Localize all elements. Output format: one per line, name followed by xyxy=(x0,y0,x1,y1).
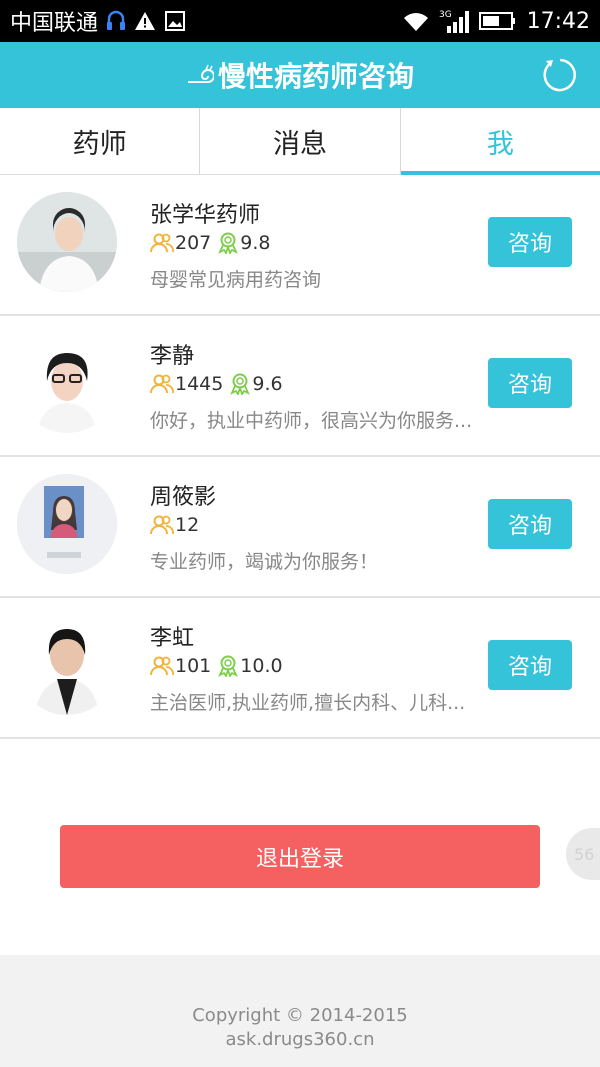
tab-bar: 药师 消息 我 xyxy=(0,108,600,175)
consult-button[interactable]: 咨询 xyxy=(488,217,572,267)
list-item[interactable]: 张学华药师 207 9.8 母婴常见病用药咨询 咨询 xyxy=(0,175,600,316)
award-icon xyxy=(218,655,239,677)
headset-icon xyxy=(106,9,126,33)
page-title: 慢性病药师咨询 xyxy=(217,60,414,93)
list-item[interactable]: 周筱影 12 专业药师，竭诚为你服务！ 咨询 xyxy=(0,457,600,598)
warning-icon xyxy=(134,11,156,31)
avatar xyxy=(17,615,117,715)
tab-me[interactable]: 我 xyxy=(399,108,600,175)
image-icon xyxy=(164,10,186,32)
users-icon xyxy=(150,233,174,253)
tab-messages[interactable]: 消息 xyxy=(199,108,399,174)
refresh-button[interactable] xyxy=(542,57,578,93)
avatar xyxy=(17,474,117,574)
pharmacist-desc: 专业药师，竭诚为你服务！ xyxy=(150,551,379,573)
rating: 9.8 xyxy=(240,232,271,254)
pharmacist-desc: 主治医师,执业药师,擅长内科、儿科... xyxy=(150,692,466,714)
consult-button[interactable]: 咨询 xyxy=(488,640,572,690)
list-item[interactable]: 李静 1445 9.6 你好，执业中药师，很高兴为你服务... 咨询 xyxy=(0,316,600,457)
carrier-label: 中国联通 xyxy=(10,11,99,36)
consult-count: 207 xyxy=(175,232,212,254)
snail-logo-icon xyxy=(186,64,214,86)
consult-button[interactable]: 咨询 xyxy=(488,358,572,408)
domain-text: ask.drugs360.cn xyxy=(225,1029,375,1050)
logout-button[interactable]: 退出登录 xyxy=(60,825,540,888)
pharmacist-name: 李虹 xyxy=(150,626,195,651)
rating: 10.0 xyxy=(240,655,283,677)
pharmacist-name: 李静 xyxy=(150,344,195,369)
refresh-icon xyxy=(543,58,576,92)
side-tab-label: 56 xyxy=(574,844,595,864)
consult-count: 12 xyxy=(175,514,200,536)
users-icon xyxy=(150,374,174,394)
users-icon xyxy=(150,515,174,535)
tab-pharmacists[interactable]: 药师 xyxy=(0,108,199,174)
floating-side-tab[interactable]: 56 xyxy=(566,828,600,880)
app-header: 慢性病药师咨询 xyxy=(0,42,600,108)
footer: Copyright © 2014-2015 ask.drugs360.cn xyxy=(0,955,600,1067)
pharmacist-desc: 你好，执业中药师，很高兴为你服务... xyxy=(150,410,473,432)
avatar xyxy=(17,333,117,433)
pharmacist-stats: 207 9.8 xyxy=(150,232,276,254)
pharmacist-stats: 101 10.0 xyxy=(150,655,289,677)
wifi-icon xyxy=(401,9,431,33)
pharmacist-list: 张学华药师 207 9.8 母婴常见病用药咨询 咨询 李静 1445 9.6 你… xyxy=(0,175,600,739)
avatar xyxy=(17,192,117,292)
list-item[interactable]: 李虹 101 10.0 主治医师,执业药师,擅长内科、儿科... 咨询 xyxy=(0,598,600,739)
pharmacist-stats: 1445 9.6 xyxy=(150,373,289,395)
users-icon xyxy=(150,656,174,676)
consult-count: 1445 xyxy=(175,373,224,395)
network-type-label: 3G xyxy=(439,10,452,20)
award-icon xyxy=(230,373,251,395)
pharmacist-stats: 12 xyxy=(150,514,205,536)
pharmacist-name: 张学华药师 xyxy=(150,203,261,228)
consult-button[interactable]: 咨询 xyxy=(488,499,572,549)
consult-count: 101 xyxy=(175,655,212,677)
rating: 9.6 xyxy=(252,373,283,395)
pharmacist-desc: 母婴常见病用药咨询 xyxy=(150,269,322,291)
signal-icon: 3G xyxy=(439,8,471,34)
clock: 17:42 xyxy=(526,8,590,34)
status-bar: 中国联通 3G 17:42 xyxy=(0,0,600,42)
copyright-text: Copyright © 2014-2015 xyxy=(192,1005,408,1026)
award-icon xyxy=(218,232,239,254)
pharmacist-name: 周筱影 xyxy=(150,485,217,510)
battery-icon xyxy=(478,11,517,31)
